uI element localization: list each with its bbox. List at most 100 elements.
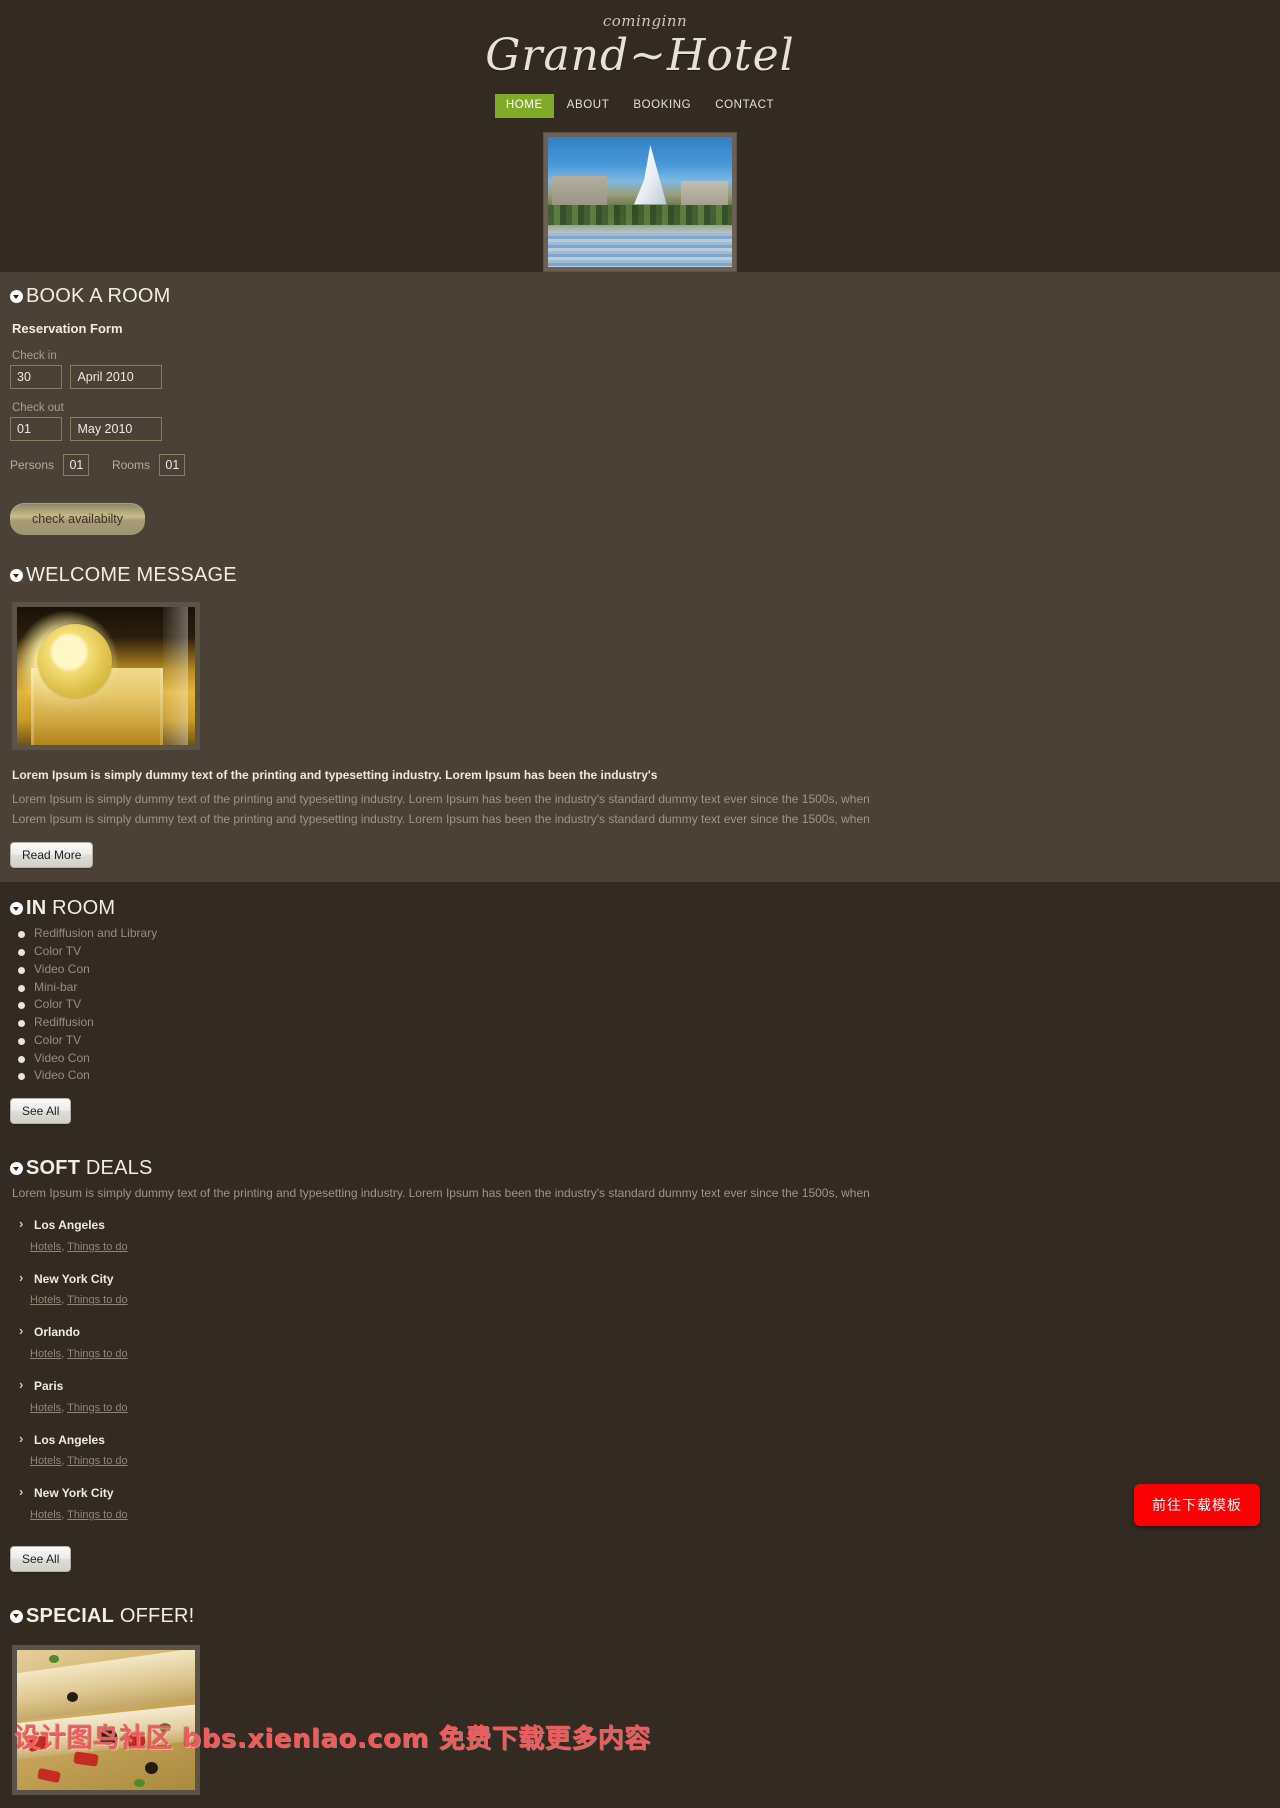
deal-links: Hotels, Things to do	[30, 1455, 1270, 1467]
deal-city-name[interactable]: Los Angeles	[10, 1216, 1270, 1234]
download-template-button[interactable]: 前往下载模板	[1134, 1484, 1260, 1526]
list-item: Los Angeles Hotels, Things to do	[10, 1216, 1270, 1253]
hero-image-frame	[543, 132, 737, 273]
deal-hotels-link[interactable]: Hotels	[30, 1241, 61, 1253]
chevron-down-icon	[10, 569, 23, 583]
chevron-down-icon	[10, 902, 23, 916]
persons-input[interactable]	[63, 454, 90, 477]
logo-title: Grand~Hotel	[485, 30, 795, 81]
chevron-down-icon	[10, 1609, 23, 1623]
deal-links: Hotels, Things to do	[30, 1509, 1270, 1521]
welcome-message-title: WELCOME MESSAGE	[10, 563, 1270, 588]
book-a-room-title-text: BOOK A ROOM	[26, 285, 171, 308]
deal-city-name[interactable]: New York City	[10, 1270, 1270, 1288]
check-availability-button[interactable]: check availabilty	[10, 503, 146, 536]
welcome-message-section: WELCOME MESSAGE Lorem Ipsum is simply du…	[0, 549, 1280, 883]
pizza-photo	[17, 1649, 195, 1790]
special-offer-title-bold: SPECIAL	[26, 1604, 115, 1627]
site-header: cominginn Grand~Hotel HOME ABOUT BOOKING…	[0, 0, 1280, 273]
welcome-paragraph-1: Lorem Ipsum is simply dummy text of the …	[12, 792, 870, 807]
deal-city-name[interactable]: Orlando	[10, 1323, 1270, 1341]
list-item: Color TV	[10, 943, 1270, 961]
reservation-form-heading: Reservation Form	[12, 321, 123, 337]
deal-hotels-link[interactable]: Hotels	[30, 1294, 61, 1306]
special-offer-image-frame	[12, 1644, 200, 1795]
welcome-message-title-text: WELCOME MESSAGE	[26, 564, 237, 587]
check-in-label: Check in	[12, 350, 57, 363]
in-room-title-light: ROOM	[52, 897, 116, 920]
deal-things-link[interactable]: Things to do	[67, 1241, 128, 1253]
list-item: Orlando Hotels, Things to do	[10, 1323, 1270, 1360]
soft-deals-see-all-button[interactable]: See All	[10, 1545, 72, 1572]
deal-things-link[interactable]: Things to do	[67, 1509, 128, 1521]
book-a-room-section: BOOK A ROOM Reservation Form Check in Ch…	[0, 272, 1280, 550]
deal-links: Hotels, Things to do	[30, 1348, 1270, 1360]
list-item: Rediffusion	[10, 1014, 1270, 1032]
in-room-see-all-button[interactable]: See All	[10, 1098, 72, 1125]
check-out-day-input[interactable]	[10, 417, 62, 442]
deal-hotels-link[interactable]: Hotels	[30, 1348, 61, 1360]
special-offer-section: SPECIAL OFFER!	[0, 1585, 1280, 1795]
hotel-photo	[548, 137, 732, 268]
check-in-row: Check in	[10, 350, 1270, 390]
deal-links: Hotels, Things to do	[30, 1241, 1270, 1253]
deal-hotels-link[interactable]: Hotels	[30, 1455, 61, 1467]
check-out-row: Check out	[10, 402, 1270, 442]
list-item: Mini-bar	[10, 979, 1270, 997]
nav-item-about[interactable]: ABOUT	[556, 94, 621, 119]
list-item: New York City Hotels, Things to do	[10, 1484, 1270, 1521]
check-in-month-input[interactable]	[70, 365, 163, 390]
list-item: Los Angeles Hotels, Things to do	[10, 1431, 1270, 1468]
main-navigation: HOME ABOUT BOOKING CONTACT	[0, 93, 1280, 119]
chevron-down-icon	[10, 290, 23, 304]
deal-city-name[interactable]: Paris	[10, 1377, 1270, 1395]
list-item: Video Con	[10, 1050, 1270, 1068]
rooms-label: Rooms	[111, 458, 150, 473]
check-out-month-input[interactable]	[70, 417, 163, 442]
logo-subtitle: cominginn	[602, 12, 688, 30]
list-item: Color TV	[10, 996, 1270, 1014]
site-logo[interactable]: cominginn Grand~Hotel	[0, 10, 1280, 82]
deal-things-link[interactable]: Things to do	[67, 1348, 128, 1360]
soft-deals-title: SOFT DEALS	[10, 1156, 1270, 1181]
in-room-title: IN ROOM	[10, 896, 1270, 921]
list-item: Color TV	[10, 1032, 1270, 1050]
welcome-image-frame	[12, 602, 200, 751]
deal-hotels-link[interactable]: Hotels	[30, 1402, 61, 1414]
check-in-day-input[interactable]	[10, 365, 62, 390]
deal-links: Hotels, Things to do	[30, 1294, 1270, 1306]
list-item: Rediffusion and Library	[10, 925, 1270, 943]
cocktail-photo	[17, 607, 195, 746]
book-a-room-title: BOOK A ROOM	[10, 284, 1270, 309]
list-item: Video Con	[10, 1067, 1270, 1085]
nav-item-contact[interactable]: CONTACT	[704, 94, 785, 119]
special-offer-title: SPECIAL OFFER!	[10, 1604, 1270, 1629]
soft-deals-intro: Lorem Ipsum is simply dummy text of the …	[12, 1186, 870, 1201]
deal-things-link[interactable]: Things to do	[67, 1455, 128, 1467]
soft-deals-section: SOFT DEALS Lorem Ipsum is simply dummy t…	[0, 1138, 1280, 1586]
deal-hotels-link[interactable]: Hotels	[30, 1509, 61, 1521]
persons-label: Persons	[10, 458, 55, 473]
deal-city-name[interactable]: New York City	[10, 1484, 1270, 1502]
list-item: Paris Hotels, Things to do	[10, 1377, 1270, 1414]
deal-city-name[interactable]: Los Angeles	[10, 1431, 1270, 1449]
deal-things-link[interactable]: Things to do	[67, 1294, 128, 1306]
nav-item-home[interactable]: HOME	[494, 93, 554, 119]
soft-deals-title-light: DEALS	[85, 1157, 153, 1180]
welcome-lead-text: Lorem Ipsum is simply dummy text of the …	[12, 768, 658, 783]
soft-deals-title-bold: SOFT	[26, 1157, 81, 1180]
in-room-title-bold: IN	[26, 897, 47, 920]
list-item: Video Con	[10, 961, 1270, 979]
read-more-button[interactable]: Read More	[10, 842, 94, 869]
in-room-section: IN ROOM Rediffusion and Library Color TV…	[0, 882, 1280, 1139]
check-out-label: Check out	[12, 402, 64, 415]
deal-links: Hotels, Things to do	[30, 1402, 1270, 1414]
chevron-down-icon	[10, 1162, 23, 1176]
deal-things-link[interactable]: Things to do	[67, 1402, 128, 1414]
nav-item-booking[interactable]: BOOKING	[622, 94, 702, 119]
list-item: New York City Hotels, Things to do	[10, 1270, 1270, 1307]
persons-rooms-row: Persons Rooms	[10, 454, 1270, 477]
rooms-input[interactable]	[159, 454, 186, 477]
special-offer-title-light: OFFER!	[119, 1604, 195, 1627]
in-room-list: Rediffusion and Library Color TV Video C…	[10, 925, 1270, 1085]
